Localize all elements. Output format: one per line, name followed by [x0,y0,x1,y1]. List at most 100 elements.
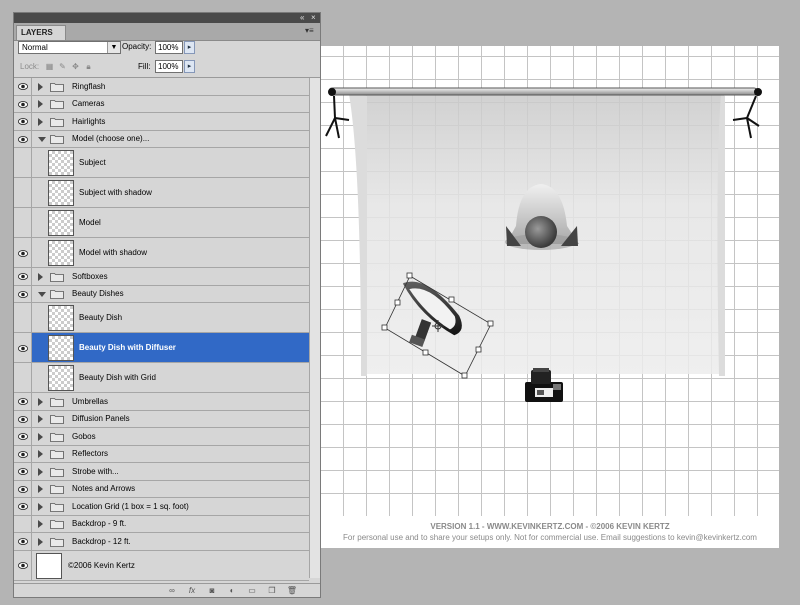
visibility-toggle[interactable] [14,238,32,267]
chevron-right-icon[interactable] [38,415,43,424]
opacity-input[interactable]: 100% [155,41,183,54]
chevron-right-icon[interactable] [38,117,43,126]
layer-thumbnail[interactable] [48,240,74,266]
layer-row[interactable]: Beauty Dish with Grid [14,363,309,393]
layer-thumbnail[interactable] [48,305,74,331]
chevron-right-icon[interactable] [38,502,43,511]
chevron-right-icon[interactable] [38,272,43,281]
chevron-down-icon[interactable] [38,291,46,297]
eye-icon [18,344,28,352]
visibility-toggle[interactable] [14,363,32,392]
layer-thumbnail[interactable] [48,335,74,361]
layer-group-row[interactable]: Cameras [14,95,309,113]
chevron-down-icon[interactable] [38,136,46,142]
chevron-right-icon[interactable] [38,397,43,406]
visibility-toggle[interactable] [14,113,32,130]
left-stand-icon [325,88,350,139]
layer-group-row[interactable]: Hairlights [14,113,309,131]
chevron-right-icon[interactable] [38,100,43,109]
visibility-toggle[interactable] [14,515,32,532]
visibility-toggle[interactable] [14,178,32,207]
chevron-down-icon[interactable]: ▼ [107,42,120,53]
visibility-toggle[interactable] [14,550,32,580]
layer-thumbnail[interactable] [48,210,74,236]
layer-group-row[interactable]: Gobos [14,428,309,446]
blend-mode-select[interactable]: Normal ▼ [18,41,121,54]
panel-menu-icon[interactable]: ▾≡ [305,26,316,35]
chevron-right-icon[interactable] [38,82,43,91]
visibility-toggle[interactable] [14,303,32,332]
visibility-toggle[interactable] [14,498,32,515]
chevron-right-icon[interactable] [38,537,43,546]
layer-group-row[interactable]: Umbrellas [14,393,309,411]
visibility-toggle[interactable] [14,410,32,427]
layer-thumbnail[interactable] [48,365,74,391]
layer-row[interactable]: Beauty Dish [14,303,309,333]
folder-icon [50,467,64,477]
layer-mask-icon[interactable]: ◙ [206,585,218,597]
layer-group-row[interactable]: Reflectors [14,445,309,463]
visibility-toggle[interactable] [14,208,32,237]
visibility-toggle[interactable] [14,463,32,480]
layer-group-row[interactable]: Backdrop - 9 ft. [14,515,309,533]
lock-all-icon[interactable]: 🔒︎ [84,62,93,71]
visibility-toggle[interactable] [14,533,32,550]
layer-group-row[interactable]: Notes and Arrows [14,480,309,498]
layer-row[interactable]: Model with shadow [14,238,309,268]
layer-thumbnail[interactable] [48,180,74,206]
trash-icon[interactable]: 🗑︎ [286,585,298,597]
new-layer-icon[interactable]: ❐ [266,585,278,597]
fill-input[interactable]: 100% [155,60,183,73]
visibility-toggle[interactable] [14,95,32,112]
close-icon[interactable]: × [311,13,316,23]
visibility-toggle[interactable] [14,268,32,285]
double-chevron-left-icon[interactable]: « [300,13,304,23]
layer-group-row[interactable]: Beauty Dishes [14,285,309,303]
fill-slider-arrow-icon[interactable]: ▸ [184,60,195,73]
layer-row[interactable]: Beauty Dish with Diffuser [14,333,309,363]
tab-layers[interactable]: LAYERS [16,25,66,40]
visibility-toggle[interactable] [14,393,32,410]
chevron-right-icon[interactable] [38,467,43,476]
layer-group-row[interactable]: Backdrop - 12 ft. [14,533,309,551]
layer-row[interactable]: Model [14,208,309,238]
document-canvas[interactable]: VERSION 1.1 - WWW.KEVINKERTZ.COM - ©2006… [321,46,779,548]
layer-group-row[interactable]: Strobe with... [14,463,309,481]
layer-row[interactable]: ©2006 Kevin Kertz [14,550,309,581]
beauty-dish-with-diffuser-icon [402,281,462,347]
lock-position-icon[interactable]: ✥ [71,62,80,71]
panel-titlebar[interactable]: « × [14,13,320,23]
adjustment-layer-icon[interactable]: ◐ [226,585,238,597]
chevron-right-icon[interactable] [38,485,43,494]
visibility-toggle[interactable] [14,445,32,462]
layers-scrollbar[interactable] [309,78,320,578]
chevron-right-icon[interactable] [38,450,43,459]
layer-group-row[interactable]: Ringflash [14,78,309,96]
chevron-right-icon[interactable] [38,432,43,441]
layer-thumbnail[interactable] [36,552,62,579]
visibility-toggle[interactable] [14,148,32,177]
layer-group-row[interactable]: Model (choose one)... [14,130,309,148]
layer-row[interactable]: Subject with shadow [14,178,309,208]
layer-name: Beauty Dish [79,313,123,322]
layer-group-row[interactable]: Location Grid (1 box = 1 sq. foot) [14,498,309,516]
link-layers-icon[interactable]: ∞ [166,585,178,597]
visibility-toggle[interactable] [14,480,32,497]
options-row: Normal ▼ Opacity: 100% ▸ [14,41,320,59]
visibility-toggle[interactable] [14,78,32,95]
lock-image-pixels-icon[interactable]: ✎ [58,62,67,71]
layer-thumbnail[interactable] [48,150,74,176]
visibility-toggle[interactable] [14,333,32,362]
new-group-icon[interactable]: ▭ [246,585,258,597]
visibility-toggle[interactable] [14,130,32,147]
opacity-slider-arrow-icon[interactable]: ▸ [184,41,195,54]
visibility-toggle[interactable] [14,285,32,302]
visibility-toggle[interactable] [14,428,32,445]
layer-group-row[interactable]: Softboxes [14,268,309,286]
layer-group-row[interactable]: Diffusion Panels [14,410,309,428]
backdrop-roll [328,87,758,96]
fx-icon[interactable]: fx [186,585,198,597]
layer-row[interactable]: Subject [14,148,309,178]
chevron-right-icon[interactable] [38,520,43,529]
lock-transparent-pixels-icon[interactable]: ▦ [45,62,54,71]
